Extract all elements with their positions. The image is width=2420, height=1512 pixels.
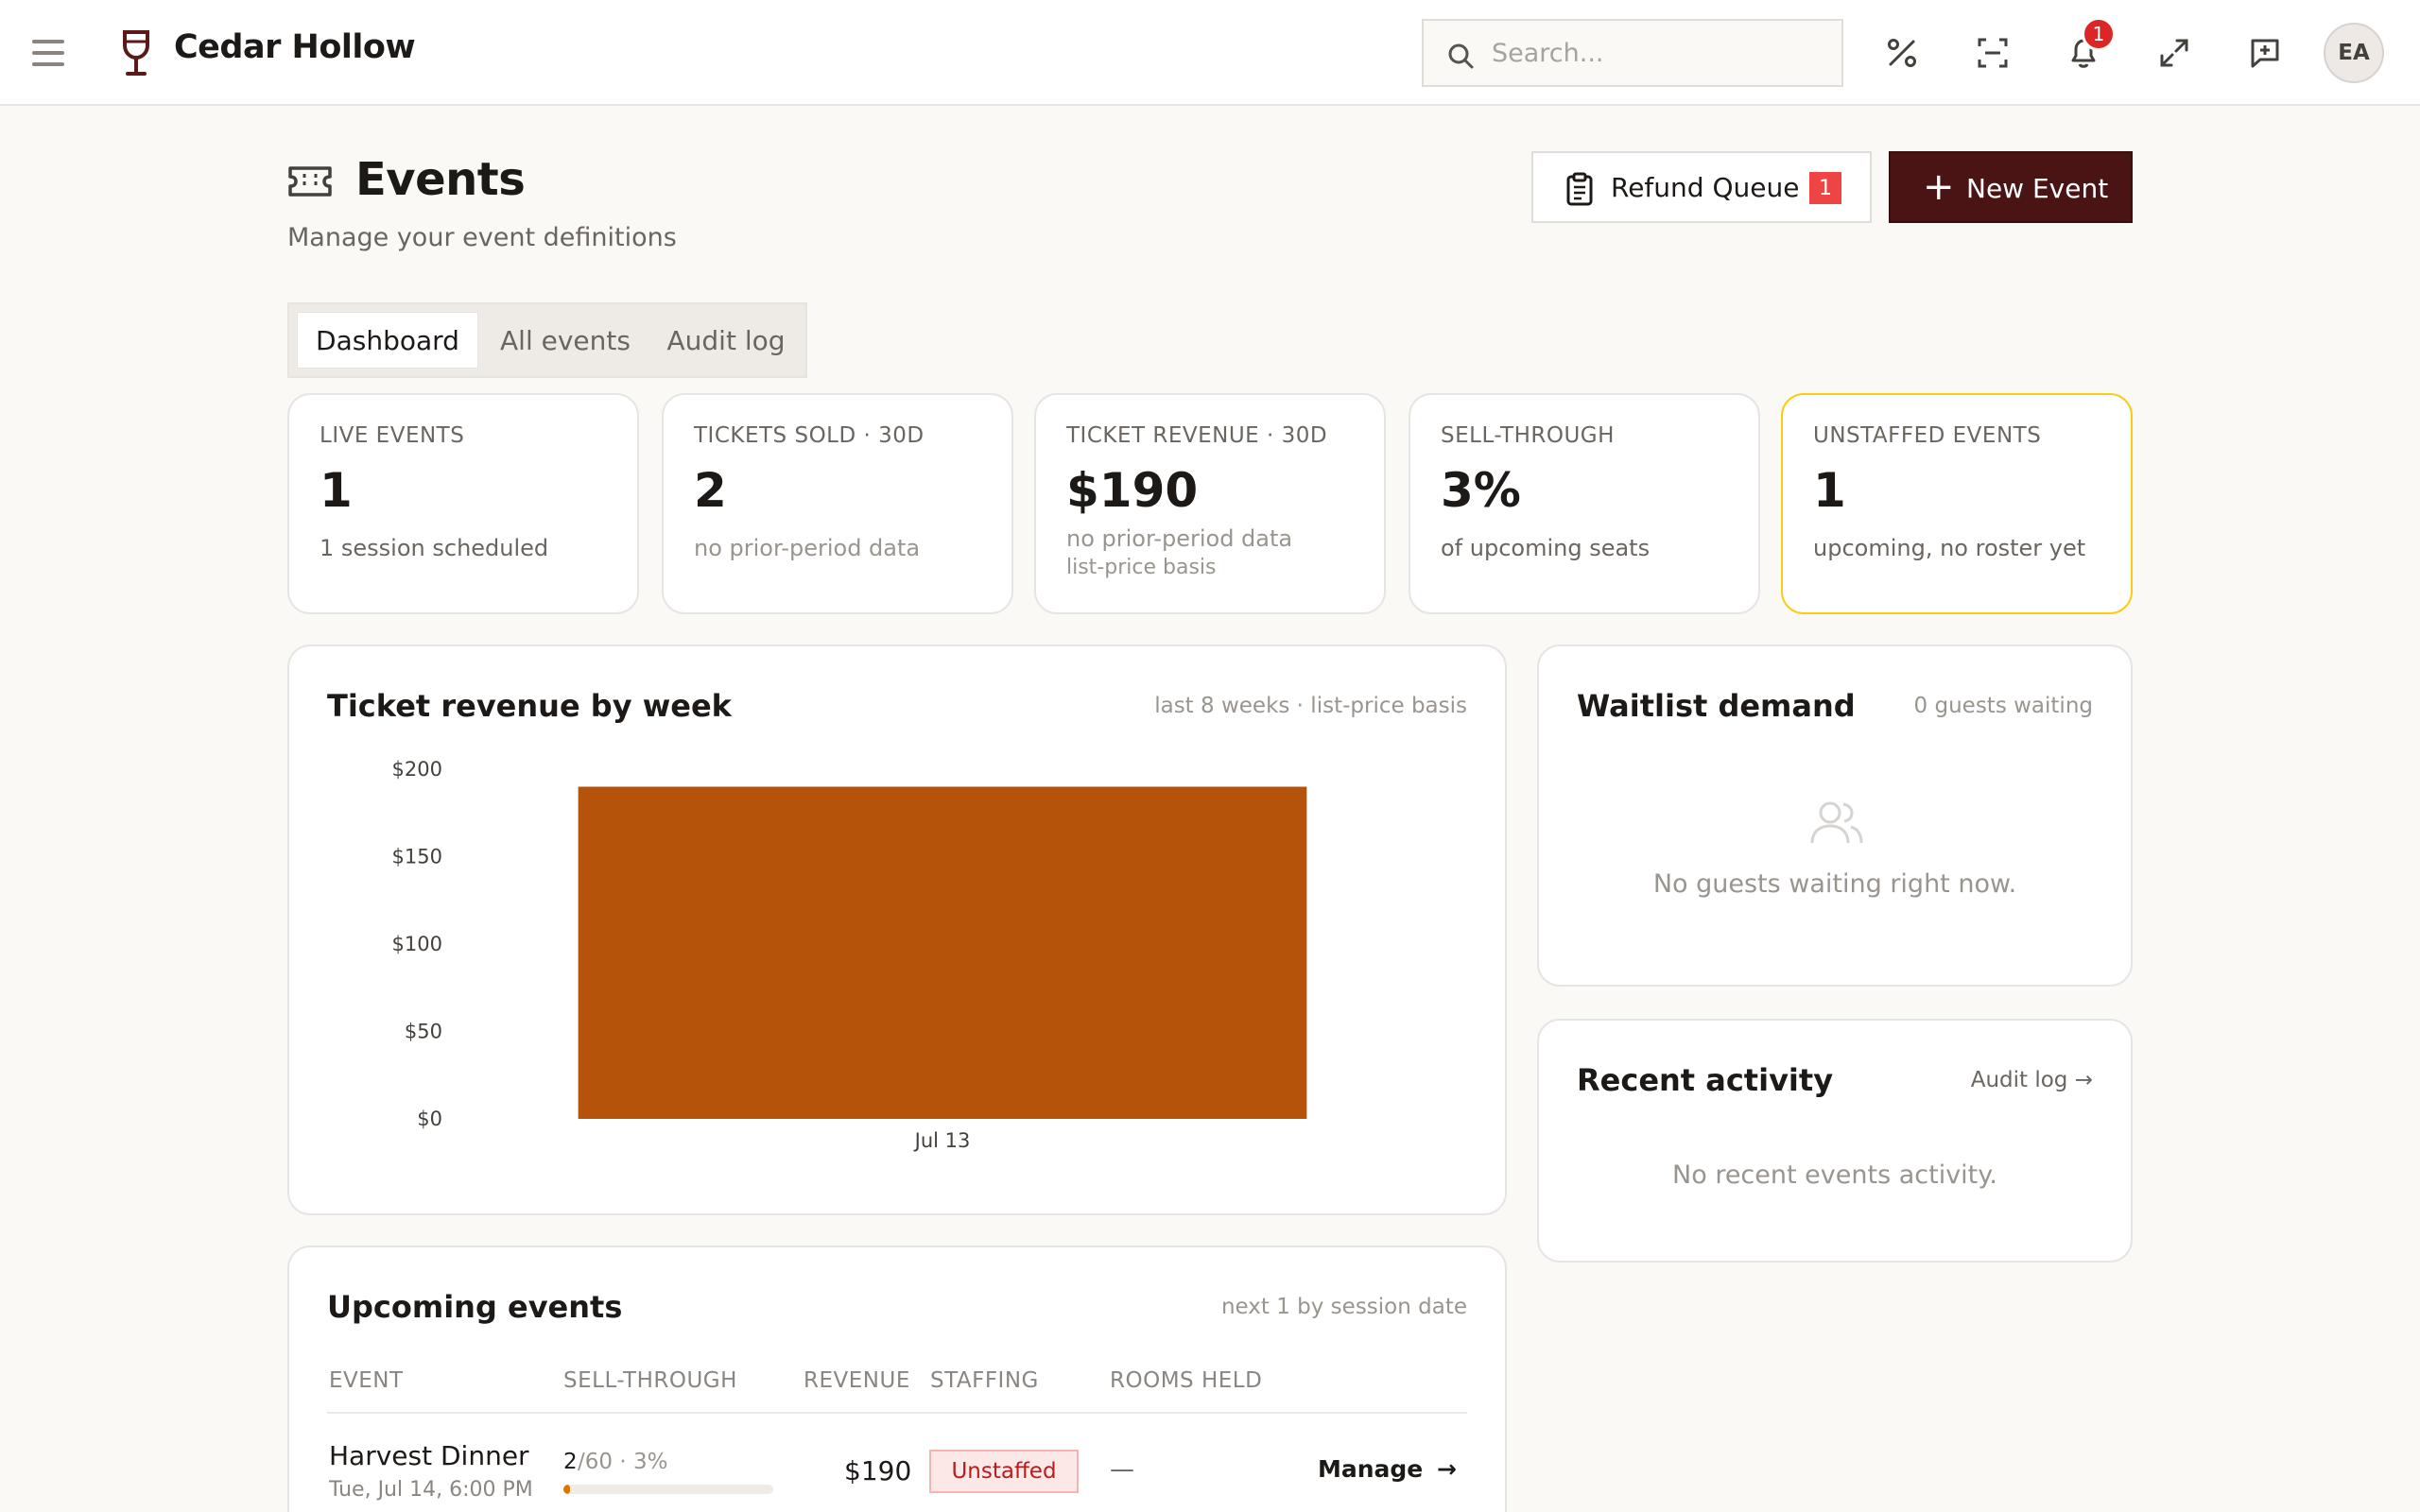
- stat-card-unstaffed-events: UNSTAFFED EVENTS 1 upcoming, no roster y…: [1781, 393, 2133, 614]
- notification-badge: 1: [2082, 17, 2116, 51]
- column-header-revenue: REVENUE: [804, 1368, 910, 1393]
- stat-card-sell-through: SELL-THROUGH 3% of upcoming seats: [1409, 393, 1760, 614]
- new-event-button[interactable]: + New Event: [1889, 151, 2133, 223]
- stat-label: TICKET REVENUE · 30D: [1066, 423, 1328, 448]
- top-bar: Cedar Hollow 1: [0, 0, 2420, 106]
- event-name[interactable]: Harvest Dinner: [329, 1440, 529, 1471]
- refund-queue-button[interactable]: Refund Queue 1: [1531, 151, 1872, 223]
- sell-through-fill: [563, 1485, 571, 1494]
- stat-note: upcoming, no roster yet: [1813, 535, 2086, 561]
- sell-through-bar: [563, 1485, 773, 1494]
- avatar[interactable]: EA: [2324, 23, 2384, 83]
- empty-state-text: No guests waiting right now.: [1652, 869, 2017, 899]
- clipboard-icon: [1566, 172, 1593, 206]
- tickets-sold: 2: [563, 1450, 578, 1474]
- stat-note: no prior-period data: [1066, 525, 1293, 552]
- event-date: Tue, Jul 14, 6:00 PM: [329, 1478, 533, 1502]
- app-name[interactable]: Cedar Hollow: [174, 28, 416, 66]
- column-header-sell-through: SELL-THROUGH: [563, 1368, 737, 1393]
- search-box[interactable]: [1422, 19, 1843, 87]
- plus-icon: +: [1923, 165, 1955, 209]
- stat-card-ticket-revenue: TICKET REVENUE · 30D $190 no prior-perio…: [1034, 393, 1386, 614]
- event-revenue: $190: [844, 1455, 912, 1486]
- tab-dashboard[interactable]: Dashboard: [297, 312, 478, 369]
- page-subtitle: Manage your event definitions: [287, 223, 677, 252]
- refund-queue-label: Refund Queue: [1611, 172, 1800, 203]
- panel-title: Recent activity: [1577, 1062, 1834, 1098]
- stat-note: of upcoming seats: [1441, 535, 1651, 561]
- new-event-label: New Event: [1966, 173, 2109, 204]
- stat-card-live-events: LIVE EVENTS 1 1 session scheduled: [287, 393, 639, 614]
- refund-queue-count: 1: [1809, 172, 1841, 204]
- y-tick-label: $100: [392, 933, 442, 955]
- menu-icon[interactable]: [32, 40, 64, 66]
- y-tick-label: $50: [405, 1021, 442, 1043]
- tab-all-events[interactable]: All events: [482, 312, 648, 369]
- revenue-chart-panel: Ticket revenue by week last 8 weeks · li…: [287, 644, 1507, 1215]
- column-header-staffing: STAFFING: [930, 1368, 1039, 1393]
- panel-meta: 0 guests waiting: [1913, 694, 2093, 718]
- capacity-text: /60 · 3%: [578, 1450, 668, 1474]
- tab-bar: Dashboard All events Audit log: [287, 302, 807, 378]
- panel-title: Waitlist demand: [1577, 688, 1856, 724]
- ticket-icon: [288, 166, 332, 197]
- recent-activity-panel: Recent activity Audit log → No recent ev…: [1537, 1019, 2133, 1263]
- y-tick-label: $0: [417, 1108, 442, 1130]
- revenue-bar[interactable]: [578, 786, 1307, 1120]
- x-tick-label: Jul 13: [913, 1129, 971, 1152]
- stat-label: UNSTAFFED EVENTS: [1813, 423, 2042, 448]
- manage-label: Manage: [1318, 1455, 1424, 1483]
- y-tick-label: $150: [392, 846, 442, 868]
- feedback-icon[interactable]: [2242, 30, 2288, 76]
- stat-label: LIVE EVENTS: [320, 423, 465, 448]
- waitlist-panel: Waitlist demand 0 guests waiting No gues…: [1537, 644, 2133, 987]
- stat-note-secondary: list-price basis: [1066, 556, 1217, 579]
- page-title: Events: [355, 153, 526, 206]
- stat-label: SELL-THROUGH: [1441, 423, 1615, 448]
- y-tick-label: $200: [392, 758, 442, 781]
- expand-icon[interactable]: [2152, 30, 2197, 76]
- search-input[interactable]: [1492, 34, 1823, 72]
- stat-value: 3%: [1441, 463, 1521, 518]
- audit-log-link[interactable]: Audit log →: [1971, 1068, 2093, 1092]
- wine-glass-icon: [123, 30, 149, 76]
- stat-note: 1 session scheduled: [320, 535, 549, 561]
- panel-meta: next 1 by session date: [1220, 1295, 1467, 1319]
- manage-event-link[interactable]: Manage →: [1318, 1455, 1457, 1483]
- stat-note: no prior-period data: [694, 535, 921, 561]
- table-divider: [327, 1412, 1467, 1414]
- rooms-held: —: [1110, 1455, 1134, 1484]
- percent-icon[interactable]: [1879, 30, 1925, 76]
- empty-state-text: No recent events activity.: [1672, 1160, 1997, 1190]
- stat-value: $190: [1066, 463, 1199, 518]
- stat-value: 2: [694, 463, 727, 518]
- tab-audit-log[interactable]: Audit log: [652, 312, 800, 369]
- stat-label: TICKETS SOLD · 30D: [694, 423, 925, 448]
- stat-value: 1: [320, 463, 353, 518]
- scan-icon[interactable]: [1970, 30, 2015, 76]
- revenue-bar-chart: $200 $150 $100 $50 $0 Jul 13: [392, 758, 1307, 1152]
- stat-value: 1: [1813, 463, 1846, 518]
- arrow-right-icon: →: [1437, 1455, 1457, 1483]
- column-header-rooms-held: ROOMS HELD: [1110, 1368, 1263, 1393]
- search-icon: [1448, 43, 1474, 69]
- stat-card-tickets-sold: TICKETS SOLD · 30D 2 no prior-period dat…: [662, 393, 1013, 614]
- staffing-status-badge: Unstaffed: [929, 1450, 1079, 1493]
- users-icon: [1810, 801, 1863, 844]
- panel-title: Upcoming events: [327, 1289, 623, 1325]
- column-header-event: EVENT: [329, 1368, 404, 1393]
